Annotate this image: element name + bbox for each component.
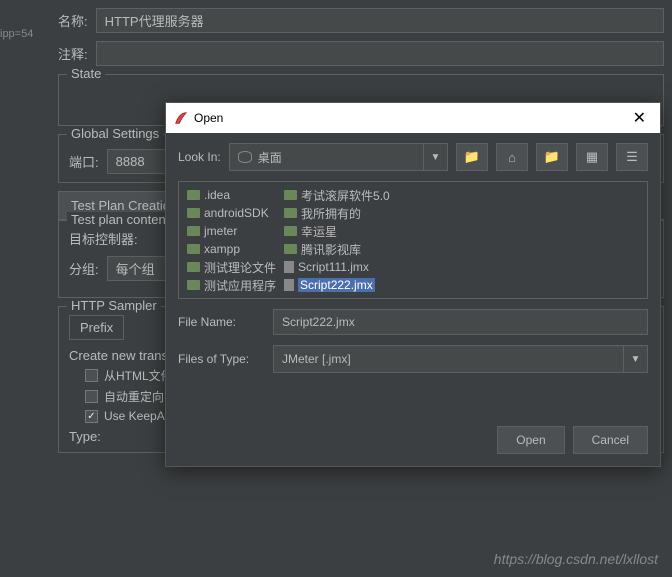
- folder-icon: [187, 190, 200, 200]
- testplan-content-legend: Test plan content: [67, 212, 173, 227]
- home-button[interactable]: ⌂: [496, 143, 528, 171]
- folder-icon: [187, 244, 200, 254]
- filename-label: File Name:: [178, 315, 263, 329]
- global-legend: Global Settings: [67, 126, 163, 141]
- name-input[interactable]: [96, 8, 664, 33]
- folder-item[interactable]: 考试滚屏软件5.0: [280, 186, 394, 204]
- view-grid-button[interactable]: ▦: [576, 143, 608, 171]
- open-dialog: Open ✕ Look In: 桌面 ▼ 📁 ⌂ 📁 ▦ ☰ .idea andr…: [165, 102, 661, 467]
- checkbox-html[interactable]: [85, 369, 98, 382]
- file-name-label: .idea: [204, 188, 230, 202]
- filename-input[interactable]: [273, 309, 648, 335]
- folder-item[interactable]: 幸运星: [280, 222, 394, 240]
- dialog-title: Open: [194, 111, 223, 125]
- close-icon[interactable]: ✕: [627, 108, 652, 128]
- new-folder-button[interactable]: 📁: [536, 143, 568, 171]
- target-controller-label: 目标控制器:: [69, 229, 138, 248]
- file-name-label: Script222.jmx: [298, 278, 375, 292]
- file-icon: [284, 261, 294, 273]
- chevron-down-icon[interactable]: ▼: [623, 346, 647, 372]
- file-name-label: Script111.jmx: [298, 260, 369, 274]
- checkbox-html-label: 从HTML文件: [104, 367, 173, 384]
- prefix-label: Prefix: [69, 315, 124, 340]
- folder-icon: [284, 226, 297, 236]
- folder-icon: [187, 226, 200, 236]
- cancel-button[interactable]: Cancel: [573, 426, 648, 454]
- checkbox-redirect[interactable]: [85, 390, 98, 403]
- group-label: 分组:: [69, 259, 99, 278]
- checkbox-keepalive[interactable]: ✓: [85, 410, 98, 423]
- list-icon: ☰: [626, 149, 638, 165]
- file-name-label: androidSDK: [204, 206, 269, 220]
- folder-item[interactable]: 测试应用程序: [183, 276, 280, 294]
- checkbox-redirect-label: 自动重定向: [104, 388, 164, 405]
- lookin-value: 桌面: [258, 149, 282, 166]
- folder-icon: [187, 262, 200, 272]
- lookin-label: Look In:: [178, 150, 221, 164]
- folder-item[interactable]: 我所拥有的: [280, 204, 394, 222]
- file-item[interactable]: Script111.jmx: [280, 258, 394, 276]
- http-sampler-legend: HTTP Sampler: [67, 298, 161, 313]
- grid-icon: ▦: [586, 149, 598, 165]
- dialog-titlebar: Open ✕: [166, 103, 660, 133]
- folder-icon: [284, 190, 297, 200]
- watermark: https://blog.csdn.net/lxllost: [494, 551, 658, 567]
- file-list[interactable]: .idea androidSDK jmeter xampp 测试理论文件测试应用程序 考试…: [178, 181, 648, 299]
- folder-item[interactable]: androidSDK: [183, 204, 280, 222]
- file-name-label: 测试应用程序: [204, 277, 276, 294]
- folder-icon: 📁: [544, 149, 560, 165]
- up-folder-button[interactable]: 📁: [456, 143, 488, 171]
- folder-item[interactable]: 腾讯影视库: [280, 240, 394, 258]
- disk-icon: [238, 151, 252, 163]
- lookin-combo[interactable]: 桌面 ▼: [229, 143, 448, 171]
- open-button[interactable]: Open: [497, 426, 564, 454]
- folder-icon: [284, 244, 297, 254]
- file-name-label: jmeter: [204, 224, 237, 238]
- folder-item[interactable]: jmeter: [183, 222, 280, 240]
- file-name-label: 腾讯影视库: [301, 241, 361, 258]
- file-name-label: 考试滚屏软件5.0: [301, 187, 390, 204]
- folder-icon: [284, 208, 297, 218]
- filetype-value: JMeter [.jmx]: [282, 352, 351, 366]
- file-name-label: 测试理论文件: [204, 259, 276, 276]
- comment-input[interactable]: [96, 41, 664, 66]
- folder-icon: [187, 208, 200, 218]
- port-label: 端口:: [69, 152, 99, 171]
- state-legend: State: [67, 66, 105, 81]
- file-name-label: 幸运星: [301, 223, 337, 240]
- filetype-label: Files of Type:: [178, 352, 263, 366]
- file-item[interactable]: Script222.jmx: [280, 276, 394, 294]
- name-label: 名称:: [58, 11, 88, 30]
- folder-icon: [187, 280, 200, 290]
- filetype-combo[interactable]: JMeter [.jmx] ▼: [273, 345, 648, 373]
- file-icon: [284, 279, 294, 291]
- home-icon: ⌂: [508, 150, 516, 165]
- file-name-label: xampp: [204, 242, 240, 256]
- app-icon: [174, 111, 188, 125]
- chevron-down-icon[interactable]: ▼: [423, 144, 447, 170]
- comment-label: 注释:: [58, 44, 88, 63]
- side-panel-text: ipp=54: [0, 28, 33, 40]
- view-list-button[interactable]: ☰: [616, 143, 648, 171]
- folder-item[interactable]: 测试理论文件: [183, 258, 280, 276]
- folder-up-icon: 📁: [464, 149, 480, 165]
- folder-item[interactable]: .idea: [183, 186, 280, 204]
- file-name-label: 我所拥有的: [301, 205, 361, 222]
- folder-item[interactable]: xampp: [183, 240, 280, 258]
